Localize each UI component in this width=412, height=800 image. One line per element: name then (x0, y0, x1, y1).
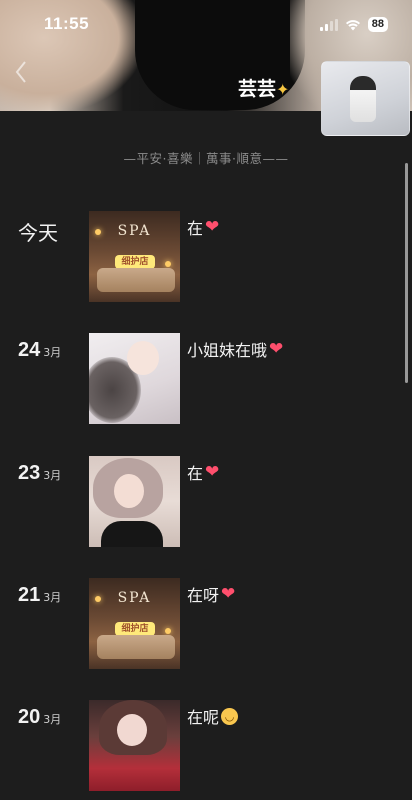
chevron-left-icon (15, 61, 26, 83)
moment-post: 20 3月 在呢 ◡ (0, 700, 412, 792)
thumb-badge: 细护店 (115, 255, 155, 269)
moment-post: 21 3月 SPA 细护店 在呀 ❤ (0, 578, 412, 670)
date-month: 3月 (43, 591, 62, 604)
thumb-face (114, 474, 144, 508)
thumb-bed (97, 635, 175, 659)
status-time: 11:55 (44, 14, 90, 33)
thumb-face (117, 714, 147, 746)
sparkle-icon: ✦ (276, 80, 290, 99)
thumb-outfit (101, 521, 163, 547)
post-thumbnail[interactable]: SPA 细护店 (89, 211, 180, 302)
post-thumbnail[interactable] (89, 700, 180, 791)
post-date: 21 3月 (18, 584, 61, 607)
heart-icon: ❤ (221, 584, 236, 604)
profile-signature: —平安·喜樂｜萬事·順意—— (123, 151, 289, 166)
date-month: 3月 (43, 346, 62, 359)
date-month: 3月 (43, 713, 62, 726)
date-day: 24 (18, 339, 41, 361)
avatar[interactable] (321, 61, 410, 136)
date-day: 21 (18, 584, 41, 606)
caption-text: 在呢 (187, 708, 220, 727)
post-thumbnail[interactable]: SPA 细护店 (89, 578, 180, 669)
post-caption[interactable]: 在 ❤ (187, 460, 219, 484)
post-date: 24 3月 (18, 339, 61, 362)
back-button[interactable] (14, 60, 38, 88)
thumb-badge: 细护店 (115, 622, 155, 636)
date-day: 20 (18, 706, 41, 728)
signal-icon (319, 18, 338, 31)
status-icons: 88 (319, 17, 388, 32)
post-caption[interactable]: 在 ❤ (187, 215, 219, 239)
post-thumbnail[interactable] (89, 456, 180, 547)
moment-post: 23 3月 在 ❤ (0, 456, 412, 548)
heart-icon: ❤ (269, 339, 284, 359)
thumb-bed (97, 268, 175, 292)
thumb-text: SPA (117, 590, 152, 606)
post-caption[interactable]: 小姐妹在哦 ❤ (187, 337, 283, 361)
post-date: 20 3月 (18, 706, 61, 729)
post-date: 今天 (18, 217, 58, 246)
moment-post: 24 3月 小姐妹在哦 ❤ (0, 333, 412, 425)
heart-icon: ❤ (205, 462, 220, 482)
date-day: 23 (18, 462, 41, 484)
post-thumbnail[interactable] (89, 333, 180, 424)
thumb-text: SPA (117, 223, 152, 239)
caption-text: 在呀 (187, 586, 220, 605)
date-month: 3月 (43, 469, 62, 482)
wifi-icon (345, 19, 360, 30)
post-caption[interactable]: 在呢 ◡ (187, 704, 239, 728)
nickname-text: 芸芸 (238, 78, 277, 100)
date-today-label: 今天 (18, 221, 58, 245)
post-date: 23 3月 (18, 462, 61, 485)
smile-icon: ◡ (221, 707, 239, 725)
battery-badge: 88 (367, 17, 388, 32)
caption-text: 在 (187, 464, 204, 483)
thumb-face (127, 341, 159, 375)
avatar-figure (350, 76, 376, 122)
heart-icon: ❤ (205, 217, 220, 237)
moment-post: 今天 SPA 细护店 在 ❤ (0, 211, 412, 303)
profile-nickname: 芸芸✦ (238, 74, 289, 101)
caption-text: 在 (187, 219, 204, 238)
post-caption[interactable]: 在呀 ❤ (187, 582, 235, 606)
caption-text: 小姐妹在哦 (187, 341, 268, 360)
